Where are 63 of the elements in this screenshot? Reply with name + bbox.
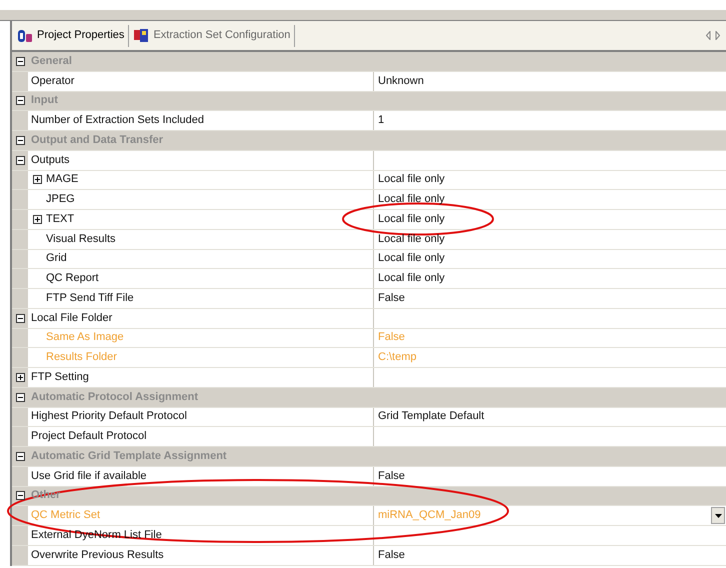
property-name[interactable]: JPEG bbox=[46, 194, 75, 206]
row-gutter bbox=[12, 210, 28, 229]
property-value[interactable]: False bbox=[378, 470, 405, 482]
row-gutter bbox=[12, 72, 28, 90]
category-header: Automatic Grid Template Assignment bbox=[31, 450, 227, 462]
property-name[interactable]: Highest Priority Default Protocol bbox=[31, 411, 187, 422]
property-value[interactable]: Local file only bbox=[378, 273, 445, 284]
properties-icon bbox=[17, 28, 33, 42]
row-gutter bbox=[12, 190, 28, 209]
property-value[interactable]: Local file only bbox=[378, 253, 445, 264]
row-gutter bbox=[12, 111, 28, 130]
property-name[interactable]: Use Grid file if available bbox=[31, 470, 147, 482]
config-icon bbox=[133, 28, 150, 43]
collapse-icon[interactable] bbox=[16, 392, 24, 402]
row-gutter bbox=[12, 466, 28, 486]
tab[interactable]: Project Properties bbox=[15, 24, 130, 46]
property-name[interactable]: Number of Extraction Sets Included bbox=[31, 115, 204, 126]
tab[interactable]: Extraction Set Configuration bbox=[131, 24, 296, 46]
property-name[interactable]: Visual Results bbox=[46, 234, 116, 245]
property-name[interactable]: FTP Setting bbox=[31, 372, 89, 383]
category-header: Automatic Protocol Assignment bbox=[31, 392, 198, 403]
expand-icon[interactable] bbox=[33, 175, 42, 184]
expand-icon[interactable] bbox=[33, 214, 42, 224]
row-gutter bbox=[12, 526, 28, 545]
row-gutter bbox=[12, 546, 28, 564]
caret-icon bbox=[714, 514, 722, 518]
collapse-icon[interactable] bbox=[16, 56, 24, 66]
property-value[interactable]: Unknown bbox=[378, 76, 424, 87]
collapse-icon[interactable] bbox=[16, 156, 24, 165]
property-value[interactable]: Grid Template Default bbox=[378, 411, 484, 422]
row-gutter bbox=[12, 269, 28, 288]
category-header: General bbox=[31, 56, 72, 67]
row-gutter bbox=[12, 427, 28, 446]
property-name[interactable]: Project Default Protocol bbox=[31, 431, 147, 442]
expand-icon[interactable] bbox=[16, 372, 24, 382]
property-value[interactable]: 1 bbox=[378, 115, 384, 126]
collapse-icon[interactable] bbox=[16, 491, 24, 500]
property-name[interactable]: MAGE bbox=[46, 174, 78, 186]
category-header: Output and Data Transfer bbox=[31, 134, 164, 146]
row-gutter bbox=[12, 250, 28, 268]
property-value[interactable]: Local file only bbox=[378, 214, 445, 225]
collapse-icon[interactable] bbox=[16, 452, 24, 461]
property-value[interactable]: Local file only bbox=[378, 174, 445, 186]
collapse-icon[interactable] bbox=[16, 314, 24, 323]
property-name[interactable]: Local File Folder bbox=[31, 312, 112, 324]
property-value[interactable]: False bbox=[378, 292, 405, 304]
property-name[interactable]: TEXT bbox=[46, 214, 74, 225]
tab-scroll-arrows-icon[interactable] bbox=[706, 31, 720, 40]
property-name[interactable]: QC Report bbox=[46, 273, 99, 284]
row-gutter bbox=[12, 408, 28, 426]
property-name[interactable]: Grid bbox=[46, 253, 67, 264]
property-value[interactable]: Local file only bbox=[378, 194, 445, 206]
property-name[interactable]: Overwrite Previous Results bbox=[31, 550, 164, 561]
property-value[interactable]: Local file only bbox=[378, 234, 445, 245]
row-gutter bbox=[12, 230, 28, 248]
property-value[interactable]: False bbox=[378, 550, 405, 561]
collapse-icon[interactable] bbox=[16, 136, 24, 145]
category-header: Input bbox=[31, 95, 58, 106]
dropdown-button[interactable] bbox=[711, 507, 725, 524]
property-name[interactable]: FTP Send Tiff File bbox=[46, 292, 134, 304]
property-name[interactable]: Outputs bbox=[31, 154, 70, 166]
property-name[interactable]: Operator bbox=[31, 76, 74, 87]
collapse-icon[interactable] bbox=[16, 96, 24, 106]
